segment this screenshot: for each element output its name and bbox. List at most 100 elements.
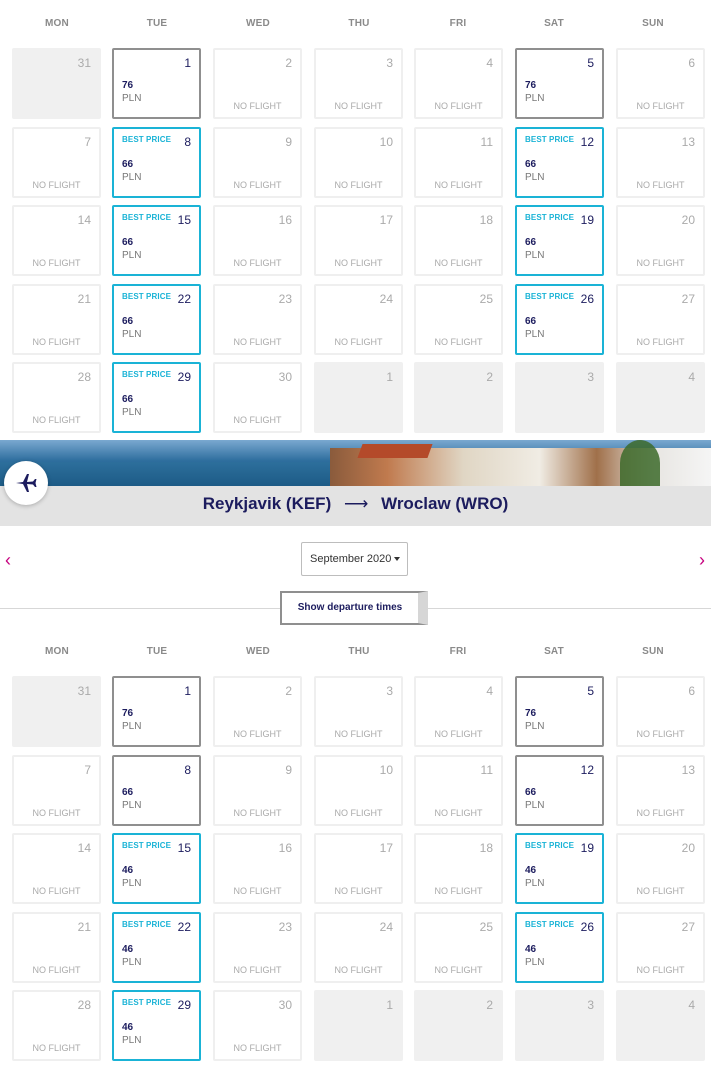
no-flight-label: NO FLIGHT bbox=[32, 415, 81, 425]
day-cell-best-price[interactable]: 8 BEST PRICE 66 PLN bbox=[112, 127, 201, 198]
route-banner: Reykjavik (KEF) ⟶ Wroclaw (WRO) bbox=[0, 440, 711, 526]
day-cell-no-flight: 10 NO FLIGHT bbox=[314, 127, 403, 198]
day-cell-no-flight: 18 NO FLIGHT bbox=[414, 833, 503, 904]
day-number: 22 bbox=[177, 292, 191, 306]
best-price-badge: BEST PRICE bbox=[525, 292, 575, 301]
day-cell-best-price[interactable]: 15 BEST PRICE 46 PLN bbox=[112, 833, 201, 904]
no-flight-label: NO FLIGHT bbox=[233, 337, 282, 347]
day-cell-no-flight: 16 NO FLIGHT bbox=[213, 833, 302, 904]
day-cell-best-price[interactable]: 12 BEST PRICE 66 PLN bbox=[515, 127, 604, 198]
day-cell-no-flight: 13 NO FLIGHT bbox=[616, 755, 705, 826]
day-cell-outside-month: 4 bbox=[616, 990, 705, 1061]
day-cell-outside-month: 2 bbox=[414, 362, 503, 433]
month-navigation: ‹ September 2020 › bbox=[0, 540, 711, 580]
day-number: 5 bbox=[587, 56, 594, 70]
day-cell-available[interactable]: 5 76 PLN bbox=[515, 48, 604, 119]
no-flight-label: NO FLIGHT bbox=[636, 729, 685, 739]
day-cell-no-flight: 24 NO FLIGHT bbox=[314, 284, 403, 355]
day-cell-available[interactable]: 1 76 PLN bbox=[112, 48, 201, 119]
day-number: 24 bbox=[379, 920, 393, 934]
day-number: 4 bbox=[486, 56, 493, 70]
day-number: 20 bbox=[681, 213, 695, 227]
day-cell-no-flight: 20 NO FLIGHT bbox=[616, 205, 705, 276]
day-cell-best-price[interactable]: 26 BEST PRICE 66 PLN bbox=[515, 284, 604, 355]
day-number: 10 bbox=[379, 763, 393, 777]
no-flight-label: NO FLIGHT bbox=[636, 808, 685, 818]
day-cell-no-flight: 14 NO FLIGHT bbox=[12, 205, 101, 276]
day-number: 25 bbox=[479, 292, 493, 306]
no-flight-label: NO FLIGHT bbox=[233, 101, 282, 111]
day-cell-available[interactable]: 1 76 PLN bbox=[112, 676, 201, 747]
no-flight-label: NO FLIGHT bbox=[334, 965, 383, 975]
calendar-bottom: MON TUE WED THU FRI SAT SUN 31 1 76 PLN 2 NO FLIGHT… bbox=[0, 646, 711, 1061]
day-cell-best-price[interactable]: 22 BEST PRICE 66 PLN bbox=[112, 284, 201, 355]
day-cell-no-flight: 10 NO FLIGHT bbox=[314, 755, 403, 826]
day-cell-best-price[interactable]: 29 BEST PRICE 66 PLN bbox=[112, 362, 201, 433]
day-cell-outside-month: 1 bbox=[314, 362, 403, 433]
weekday-label: SUN bbox=[642, 18, 664, 29]
day-number: 9 bbox=[285, 135, 292, 149]
day-cell-no-flight: 25 NO FLIGHT bbox=[414, 912, 503, 983]
day-number: 14 bbox=[77, 841, 91, 855]
best-price-badge: BEST PRICE bbox=[122, 292, 172, 301]
day-cell-best-price[interactable]: 29 BEST PRICE 46 PLN bbox=[112, 990, 201, 1061]
day-cell-no-flight: 17 NO FLIGHT bbox=[314, 833, 403, 904]
fare-currency: PLN bbox=[122, 878, 142, 889]
weekday-header: MON TUE WED THU FRI SAT SUN bbox=[0, 18, 711, 40]
day-cell-no-flight: 28 NO FLIGHT bbox=[12, 362, 101, 433]
day-cell-available[interactable]: 8 66 PLN bbox=[112, 755, 201, 826]
day-number: 4 bbox=[688, 998, 695, 1012]
weekday-label: FRI bbox=[449, 18, 467, 29]
day-number: 29 bbox=[177, 998, 191, 1012]
fare-price: 76 bbox=[122, 80, 134, 91]
no-flight-label: NO FLIGHT bbox=[32, 180, 81, 190]
day-cell-no-flight: 14 NO FLIGHT bbox=[12, 833, 101, 904]
day-number: 27 bbox=[681, 292, 695, 306]
day-number: 22 bbox=[177, 920, 191, 934]
day-number: 19 bbox=[580, 841, 594, 855]
day-number: 4 bbox=[486, 684, 493, 698]
day-number: 17 bbox=[379, 213, 393, 227]
fare-price: 66 bbox=[122, 159, 134, 170]
day-cell-outside-month: 31 bbox=[12, 48, 101, 119]
next-month-chevron-icon[interactable]: › bbox=[699, 550, 705, 571]
day-cell-outside-month: 4 bbox=[616, 362, 705, 433]
prev-month-chevron-icon[interactable]: ‹ bbox=[5, 550, 11, 571]
day-number: 3 bbox=[587, 998, 594, 1012]
plane-icon bbox=[4, 461, 48, 505]
day-number: 18 bbox=[479, 213, 493, 227]
show-departure-times-button[interactable]: Show departure times bbox=[280, 591, 428, 625]
month-select-value: September 2020 bbox=[310, 553, 392, 565]
day-number: 21 bbox=[77, 920, 91, 934]
day-cell-best-price[interactable]: 19 BEST PRICE 46 PLN bbox=[515, 833, 604, 904]
day-number: 18 bbox=[479, 841, 493, 855]
day-cell-best-price[interactable]: 22 BEST PRICE 46 PLN bbox=[112, 912, 201, 983]
fare-price: 76 bbox=[525, 708, 537, 719]
no-flight-label: NO FLIGHT bbox=[434, 337, 483, 347]
best-price-badge: BEST PRICE bbox=[525, 920, 575, 929]
month-select[interactable]: September 2020 bbox=[301, 542, 408, 576]
calendar-top: MON TUE WED THU FRI SAT SUN 31 1 76 PLN 2 NO FLIGHT… bbox=[0, 18, 711, 433]
calendar-grid: 31 1 76 PLN 2 NO FLIGHT 3 NO FLIGHT 4 NO FLIGHT 5 7… bbox=[0, 48, 711, 433]
fare-price: 66 bbox=[525, 316, 537, 327]
day-cell-no-flight: 21 NO FLIGHT bbox=[12, 912, 101, 983]
day-number: 8 bbox=[184, 135, 191, 149]
day-cell-available[interactable]: 12 66 PLN bbox=[515, 755, 604, 826]
day-cell-best-price[interactable]: 15 BEST PRICE 66 PLN bbox=[112, 205, 201, 276]
day-cell-no-flight: 7 NO FLIGHT bbox=[12, 755, 101, 826]
fare-price: 46 bbox=[122, 1022, 134, 1033]
fare-price: 66 bbox=[525, 787, 537, 798]
no-flight-label: NO FLIGHT bbox=[434, 258, 483, 268]
day-cell-available[interactable]: 5 76 PLN bbox=[515, 676, 604, 747]
palm-image bbox=[620, 440, 660, 486]
day-cell-best-price[interactable]: 26 BEST PRICE 46 PLN bbox=[515, 912, 604, 983]
weekday-label: TUE bbox=[146, 18, 168, 29]
day-number: 4 bbox=[688, 370, 695, 384]
day-cell-best-price[interactable]: 19 BEST PRICE 66 PLN bbox=[515, 205, 604, 276]
day-number: 31 bbox=[77, 56, 91, 70]
day-cell-no-flight: 27 NO FLIGHT bbox=[616, 284, 705, 355]
fare-price: 46 bbox=[122, 865, 134, 876]
no-flight-label: NO FLIGHT bbox=[636, 101, 685, 111]
no-flight-label: NO FLIGHT bbox=[636, 180, 685, 190]
day-cell-no-flight: 6 NO FLIGHT bbox=[616, 48, 705, 119]
